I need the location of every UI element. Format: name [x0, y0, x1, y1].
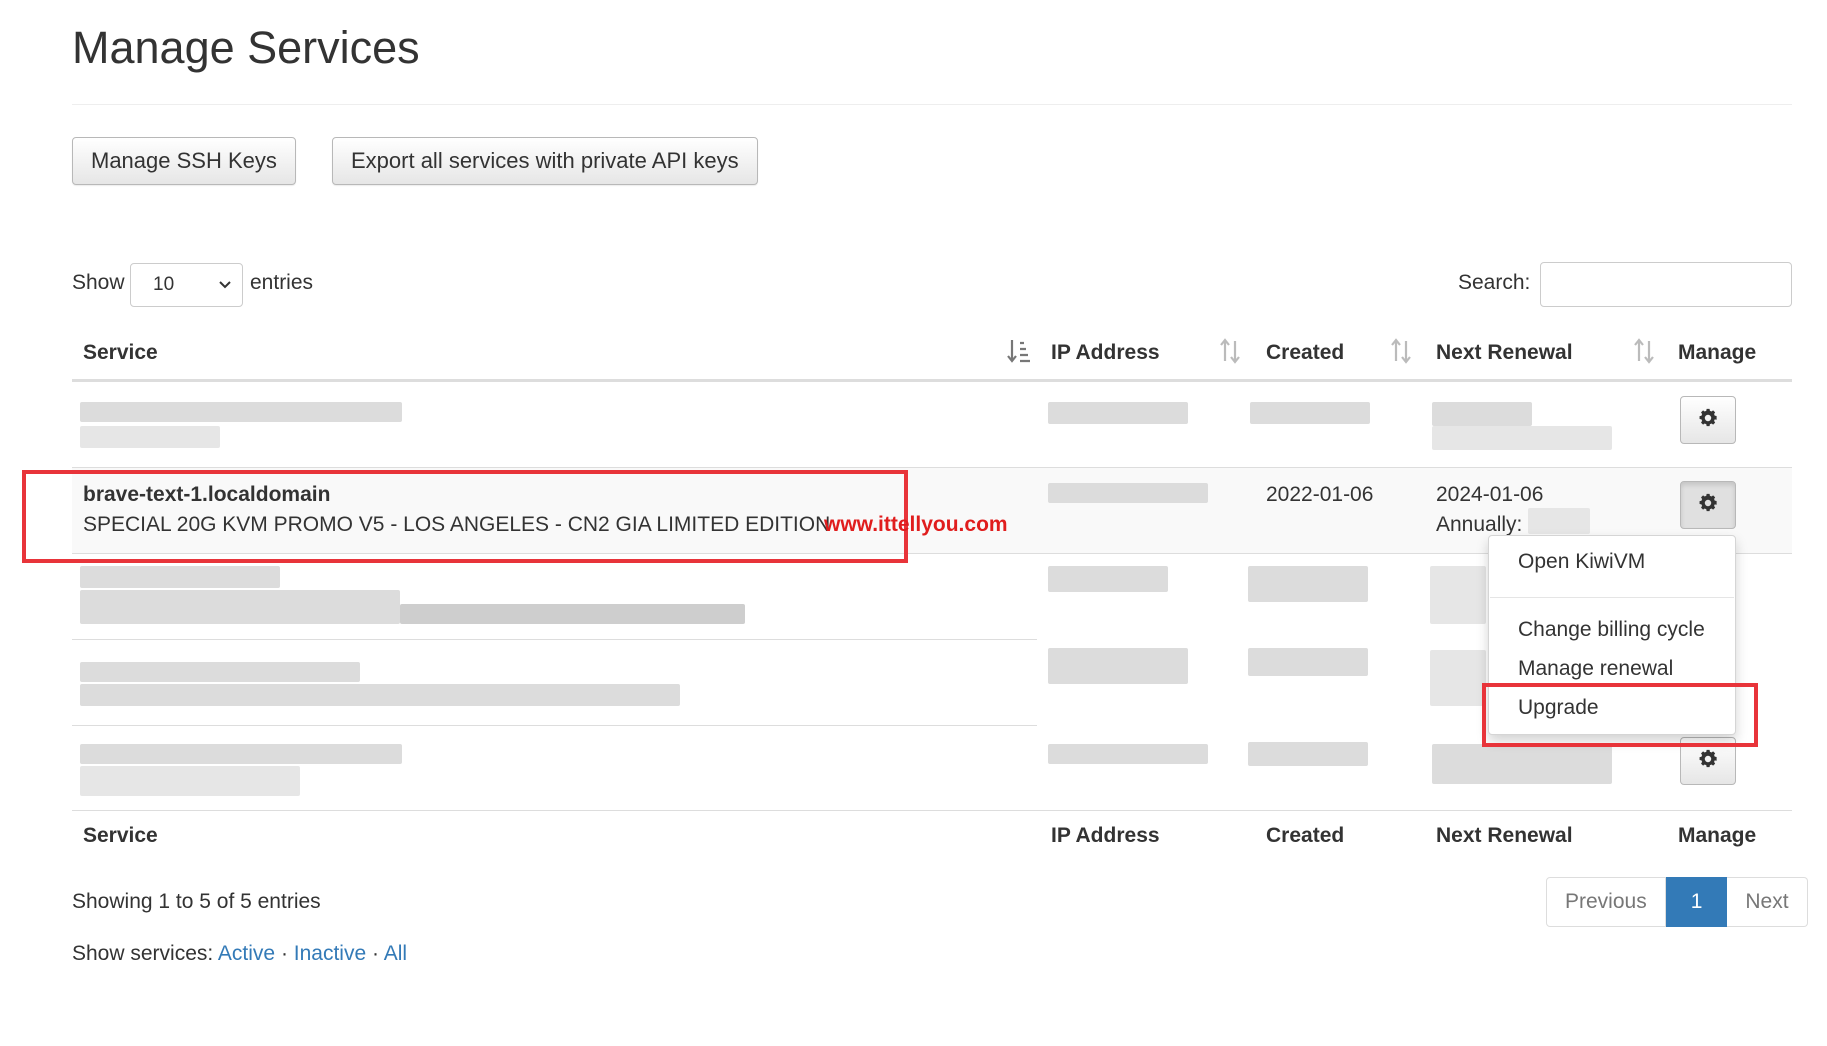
redacted-text [1048, 648, 1188, 684]
table-header-rule [72, 379, 1792, 382]
redacted-text [80, 744, 402, 764]
redacted-text [80, 766, 300, 796]
redacted-text [400, 604, 745, 624]
highlight-box-service [22, 470, 908, 563]
sort-ascending-icon[interactable] [1006, 337, 1030, 371]
column-header-created[interactable]: Created [1266, 341, 1344, 365]
gear-icon [1697, 748, 1719, 775]
redacted-text [1432, 426, 1612, 450]
redacted-text [80, 684, 680, 706]
redacted-text [1248, 566, 1368, 602]
page-title: Manage Services [72, 22, 420, 73]
chevron-down-icon [218, 264, 232, 322]
manage-gear-button[interactable] [1680, 396, 1736, 444]
footer-header-next-renewal: Next Renewal [1436, 824, 1573, 847]
footer-header-manage: Manage [1678, 824, 1757, 847]
service-filter-label: Show services: [72, 942, 214, 965]
sort-arrows-icon[interactable] [1632, 337, 1656, 371]
redacted-text [80, 402, 402, 422]
pagination-page-1[interactable]: 1 [1665, 877, 1728, 927]
redacted-text [1048, 402, 1188, 424]
search-label: Search: [1458, 271, 1531, 294]
service-filter: Show services: Active · Inactive · All [72, 942, 407, 966]
watermark-text: www.ittellyou.com [824, 513, 1008, 536]
menu-item-change-billing-cycle[interactable]: Change billing cycle [1518, 618, 1705, 642]
redacted-text [1048, 566, 1168, 592]
redacted-text [80, 566, 280, 588]
pagination-next[interactable]: Next [1727, 877, 1808, 927]
footer-header-created: Created [1266, 824, 1345, 847]
redacted-text [1430, 566, 1486, 624]
redacted-text [80, 426, 220, 448]
filter-link-active[interactable]: Active [218, 942, 275, 965]
menu-item-manage-renewal[interactable]: Manage renewal [1518, 657, 1673, 681]
redacted-text [80, 662, 360, 682]
filter-separator: · [280, 942, 288, 965]
column-header-next-renewal[interactable]: Next Renewal [1436, 341, 1573, 365]
redacted-text [1248, 648, 1368, 676]
redacted-text [1248, 742, 1368, 766]
row-divider [72, 467, 1792, 468]
manage-gear-button[interactable] [1680, 481, 1736, 529]
pagination: Previous 1 Next [1546, 877, 1808, 927]
gear-icon [1697, 492, 1719, 519]
column-header-manage: Manage [1678, 341, 1757, 364]
redacted-text [1048, 744, 1208, 764]
gear-icon [1697, 407, 1719, 434]
redacted-text [80, 590, 400, 624]
page-size-value: 10 [153, 274, 175, 295]
pagination-previous[interactable]: Previous [1546, 877, 1666, 927]
show-label: Show [72, 271, 125, 294]
title-divider [72, 104, 1792, 105]
manage-ssh-keys-button[interactable]: Manage SSH Keys [72, 137, 296, 185]
export-services-button[interactable]: Export all services with private API key… [332, 137, 758, 185]
redacted-ip [1048, 483, 1208, 503]
created-date: 2022-01-06 [1266, 483, 1374, 506]
sort-arrows-icon[interactable] [1218, 337, 1242, 371]
menu-divider [1490, 597, 1734, 598]
filter-link-inactive[interactable]: Inactive [294, 942, 366, 965]
billing-cycle: Annually: [1436, 513, 1523, 536]
search-input[interactable] [1540, 262, 1792, 307]
menu-item-open-kiwivm[interactable]: Open KiwiVM [1518, 550, 1645, 574]
filter-link-all[interactable]: All [384, 942, 407, 965]
column-header-service[interactable]: Service [83, 341, 158, 365]
redacted-text [1432, 744, 1612, 784]
next-renewal-date: 2024-01-06 [1436, 483, 1544, 506]
footer-header-ip: IP Address [1051, 824, 1160, 847]
footer-header-service: Service [83, 824, 158, 847]
redacted-text [1430, 650, 1486, 706]
redacted-text [1528, 508, 1590, 534]
entries-label: entries [250, 271, 314, 294]
table-info: Showing 1 to 5 of 5 entries [72, 890, 321, 913]
row-divider [72, 725, 1037, 726]
row-divider [72, 639, 1037, 640]
highlight-box-upgrade [1482, 683, 1758, 747]
sort-arrows-icon[interactable] [1389, 337, 1413, 371]
redacted-text [1250, 402, 1370, 424]
column-header-ip[interactable]: IP Address [1051, 341, 1160, 365]
page-size-select[interactable]: 10 [130, 263, 243, 307]
redacted-text [1432, 402, 1532, 426]
row-divider [72, 810, 1792, 811]
filter-separator: · [372, 942, 379, 965]
